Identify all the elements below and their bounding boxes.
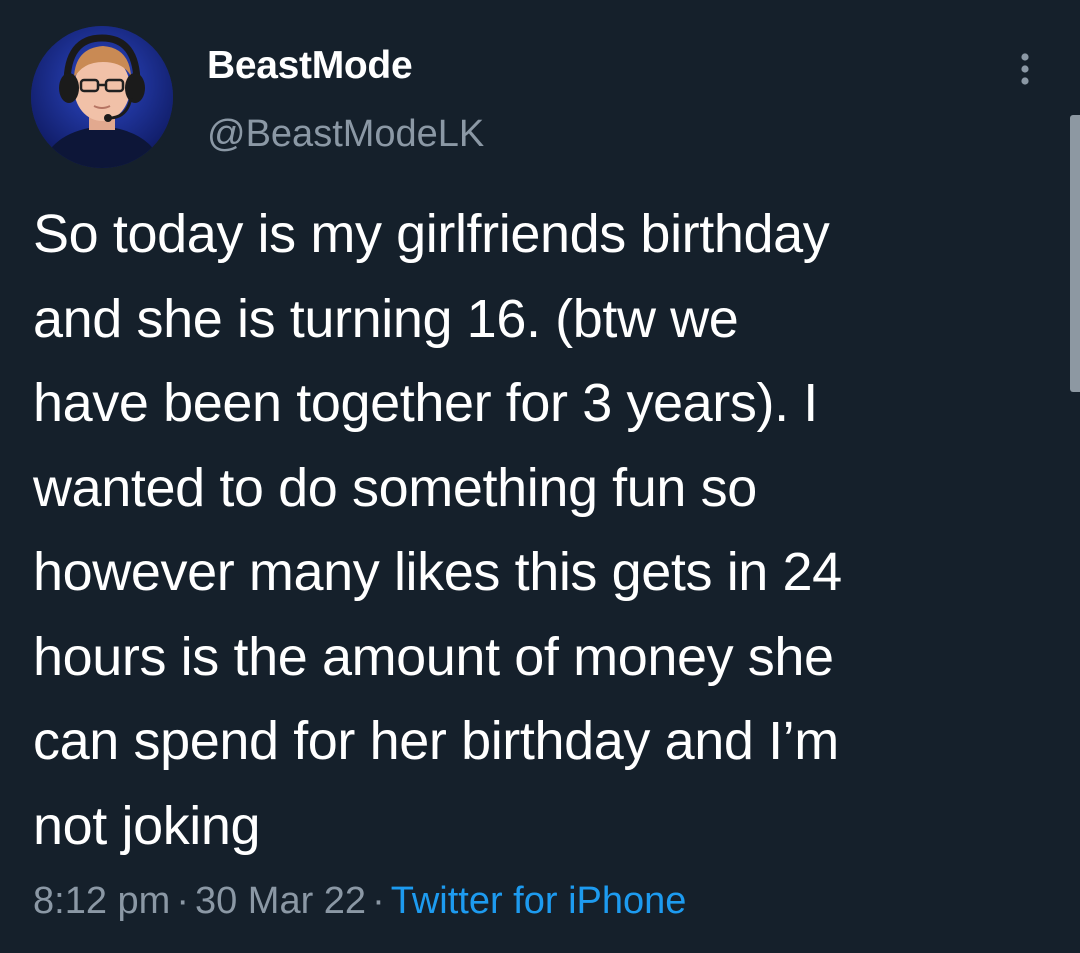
scrollbar[interactable] bbox=[1070, 115, 1080, 392]
tweet-date[interactable]: 30 Mar 22 bbox=[195, 880, 366, 922]
tweet-client-link[interactable]: Twitter for iPhone bbox=[391, 880, 687, 922]
tweet-text: So today is my girlfriends birthday and … bbox=[33, 204, 842, 856]
meta-separator: · bbox=[372, 880, 385, 922]
meta-separator: · bbox=[176, 880, 189, 922]
tweet-time[interactable]: 8:12 pm bbox=[33, 880, 170, 922]
user-handle[interactable]: @BeastModeLK bbox=[207, 113, 484, 156]
tweet-card: BeastMode @BeastModeLK So today is my gi… bbox=[0, 0, 1080, 953]
display-name[interactable]: BeastMode bbox=[207, 44, 413, 88]
tweet-metadata: 8:12 pm · 30 Mar 22 · Twitter for iPhone bbox=[33, 880, 686, 923]
avatar[interactable] bbox=[31, 26, 173, 168]
avatar-photo bbox=[31, 26, 173, 168]
more-vertical-icon[interactable] bbox=[1010, 50, 1040, 90]
